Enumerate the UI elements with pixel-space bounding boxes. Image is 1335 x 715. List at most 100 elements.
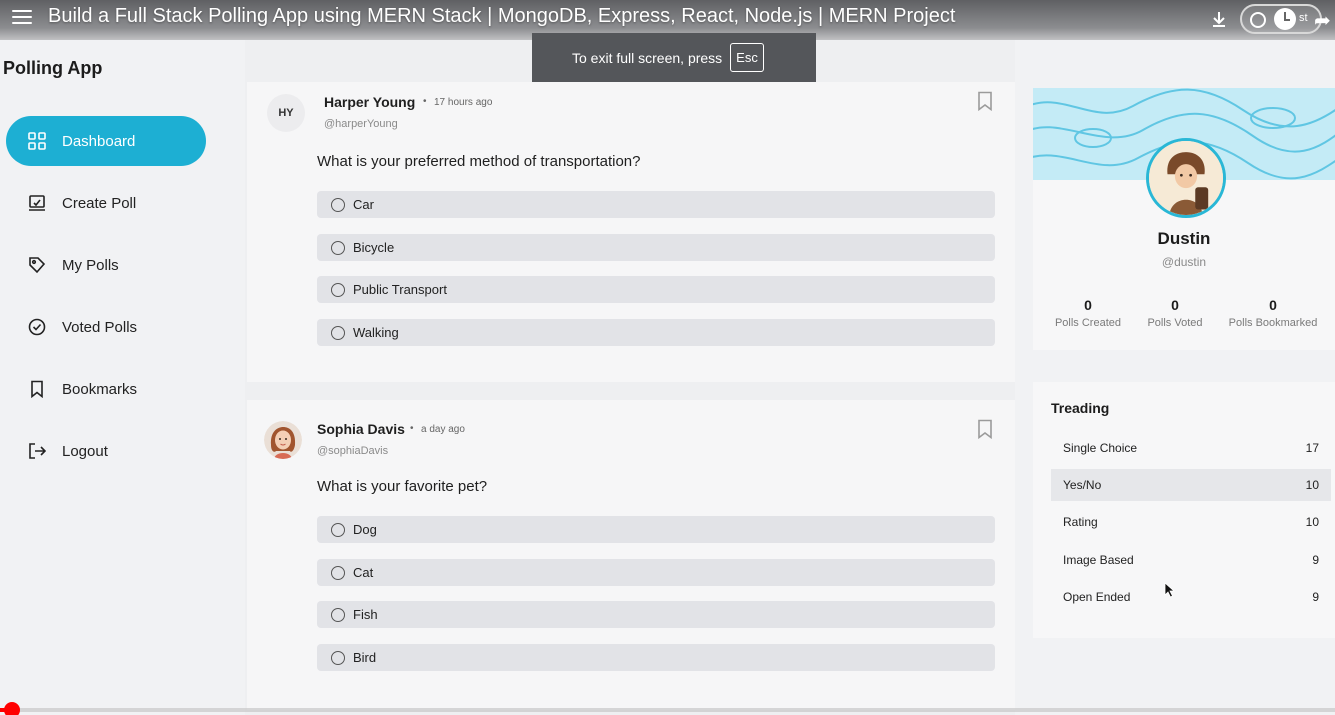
profile-card: Dustin @dustin 0 Polls Created 0 Polls V… (1033, 88, 1335, 350)
radio-button[interactable] (331, 325, 345, 340)
trending-count: 10 (1305, 515, 1319, 529)
pill-text: st (1299, 12, 1308, 24)
sidebar-item-create-poll[interactable]: Create Poll (6, 178, 206, 228)
trending-item[interactable]: Yes/No 10 (1051, 469, 1331, 501)
trending-count: 17 (1305, 441, 1319, 455)
poll-option-label: Cat (353, 565, 374, 580)
radio-button[interactable] (331, 197, 345, 212)
stat-value: 0 (1269, 297, 1277, 313)
poll-option[interactable]: Dog (317, 516, 995, 543)
video-scrubber[interactable] (4, 702, 20, 715)
esc-key: Esc (730, 43, 764, 72)
poll-time: a day ago (421, 424, 465, 435)
dashboard-icon (28, 132, 46, 150)
my-polls-icon (29, 257, 46, 274)
fullscreen-toast: To exit full screen, press Esc (532, 33, 816, 82)
stat-label: Polls Voted (1147, 317, 1203, 329)
trending-label: Yes/No (1063, 478, 1102, 492)
poll-option[interactable]: Public Transport (317, 276, 995, 303)
stat-value: 0 (1171, 297, 1179, 313)
trending-count: 9 (1312, 590, 1319, 604)
poll-option-label: Fish (353, 607, 378, 622)
poll-author-handle: @sophiaDavis (317, 445, 389, 457)
voted-polls-icon (28, 318, 46, 336)
sidebar-item-label: Logout (62, 442, 108, 460)
profile-avatar (1146, 138, 1226, 218)
stat-value: 0 (1084, 297, 1092, 313)
trending-item[interactable]: Open Ended 9 (1051, 581, 1331, 613)
radio-button[interactable] (331, 607, 345, 622)
sidebar-item-bookmarks[interactable]: Bookmarks (6, 364, 206, 414)
account-icon (1250, 12, 1266, 28)
trending-label: Open Ended (1063, 590, 1131, 604)
poll-option-label: Car (353, 197, 374, 212)
profile-name: Dustin (1157, 229, 1211, 248)
radio-button[interactable] (331, 565, 345, 580)
video-title[interactable]: Build a Full Stack Polling App using MER… (48, 5, 955, 28)
download-icon[interactable] (1209, 9, 1229, 29)
trending-count: 10 (1305, 478, 1319, 492)
profile-handle: @dustin (1161, 255, 1207, 269)
poll-author-name: Sophia Davis (317, 421, 405, 437)
trending-item[interactable]: Single Choice 17 (1051, 432, 1331, 464)
poll-option-label: Bicycle (353, 240, 395, 255)
trending-label: Image Based (1063, 553, 1134, 567)
sidebar-item-label: Create Poll (62, 194, 137, 212)
stat-polls-created: 0 Polls Created (1045, 297, 1131, 329)
poll-option[interactable]: Bicycle (317, 234, 995, 261)
bookmark-icon (31, 380, 43, 398)
clock-icon (1274, 8, 1296, 30)
avatar (264, 421, 302, 459)
sidebar-item-label: Dashboard (62, 132, 136, 150)
poll-option-label: Public Transport (353, 282, 447, 297)
poll-option[interactable]: Cat (317, 559, 995, 586)
separator-dot: • (423, 96, 427, 107)
radio-button[interactable] (331, 282, 345, 297)
mouse-cursor-icon (1164, 582, 1176, 598)
trending-title: Treading (1051, 400, 1110, 416)
poll-author-handle: @harperYoung (324, 118, 398, 130)
stat-label: Polls Bookmarked (1228, 317, 1318, 329)
sidebar-item-label: Voted Polls (62, 318, 138, 336)
bookmark-icon[interactable] (977, 419, 993, 439)
sidebar-item-voted-polls[interactable]: Voted Polls (6, 302, 206, 352)
create-poll-icon (29, 195, 45, 211)
sidebar-item-dashboard[interactable]: Dashboard (6, 116, 206, 166)
sidebar-item-label: My Polls (62, 256, 119, 274)
stat-polls-bookmarked: 0 Polls Bookmarked (1221, 297, 1325, 329)
poll-option[interactable]: Bird (317, 644, 995, 671)
watch-later-pill[interactable]: st (1240, 4, 1322, 34)
trending-count: 9 (1312, 553, 1319, 567)
poll-option[interactable]: Walking (317, 319, 995, 346)
poll-option-label: Walking (353, 325, 399, 340)
poll-author-name: Harper Young (324, 94, 416, 110)
avatar: HY (267, 94, 305, 132)
stat-label: Polls Created (1054, 317, 1122, 329)
radio-button[interactable] (331, 522, 345, 537)
sidebar-item-my-polls[interactable]: My Polls (6, 240, 206, 290)
poll-question: What is your favorite pet? (317, 478, 488, 495)
poll-option-label: Bird (353, 650, 377, 665)
trending-label: Single Choice (1063, 441, 1138, 455)
radio-button[interactable] (331, 650, 345, 665)
poll-time: 17 hours ago (434, 97, 493, 108)
share-icon[interactable]: ➦ (1314, 8, 1331, 33)
trending-label: Rating (1063, 515, 1098, 529)
sidebar-item-logout[interactable]: Logout (6, 426, 206, 476)
separator-dot: • (410, 423, 414, 434)
sidebar-item-label: Bookmarks (62, 380, 138, 398)
poll-option[interactable]: Fish (317, 601, 995, 628)
radio-button[interactable] (331, 240, 345, 255)
poll-question: What is your preferred method of transpo… (317, 153, 641, 170)
poll-option[interactable]: Car (317, 191, 995, 218)
trending-card: Treading Single Choice 17 Yes/No 10 Rati… (1033, 382, 1335, 638)
bookmark-icon[interactable] (977, 91, 993, 111)
video-progress-bar[interactable] (0, 708, 1335, 712)
trending-item[interactable]: Rating 10 (1051, 506, 1331, 538)
menu-icon[interactable] (12, 10, 32, 26)
stat-polls-voted: 0 Polls Voted (1137, 297, 1213, 329)
trending-item[interactable]: Image Based 9 (1051, 544, 1331, 576)
poll-option-label: Dog (353, 522, 377, 537)
logout-icon (29, 443, 46, 459)
fullscreen-toast-text: To exit full screen, press (572, 49, 723, 66)
